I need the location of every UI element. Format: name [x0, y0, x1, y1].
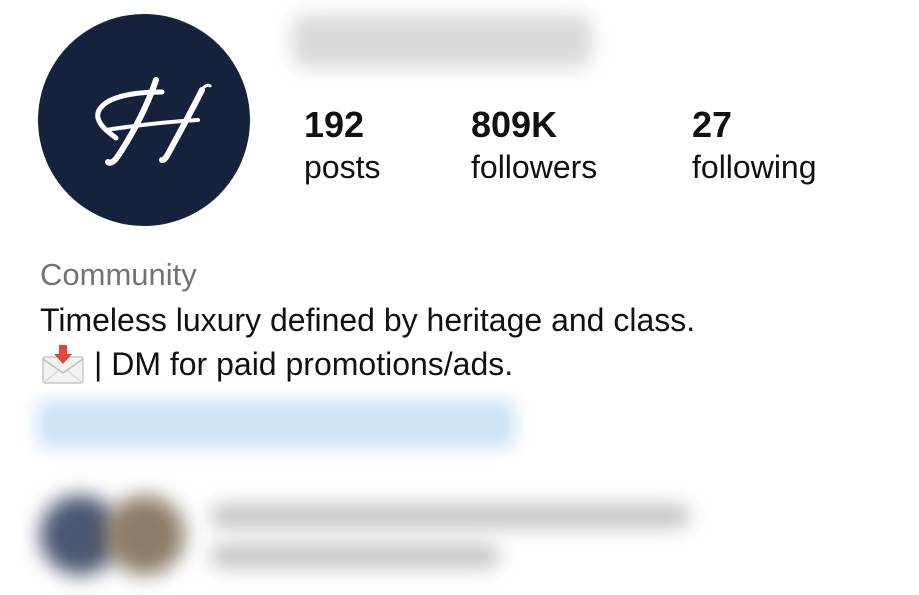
following-stat[interactable]: 27 following [692, 103, 817, 187]
posts-label: posts [304, 149, 381, 185]
h-monogram-logo [95, 77, 212, 166]
profile-link-redacted[interactable] [36, 400, 516, 448]
bio-line-2-text: | DM for paid promotions/ads. [94, 346, 514, 382]
mutual-followers-text [210, 503, 690, 529]
following-count: 27 [692, 104, 733, 145]
envelope-with-arrow-icon [40, 343, 86, 385]
followers-count: 809K [471, 104, 558, 145]
mutual-avatar [105, 495, 185, 575]
followers-stat[interactable]: 809K followers [471, 103, 597, 187]
followers-label: followers [471, 149, 598, 185]
posts-stat: 192 posts [304, 103, 380, 187]
bio-line-1: Timeless luxury defined by heritage and … [40, 302, 696, 338]
mutual-followers-text-line-2 [210, 543, 500, 569]
mutual-followers-redacted[interactable] [30, 485, 710, 585]
bio-line-2-row: | DM for paid promotions/ads. [40, 343, 513, 385]
profile-avatar[interactable] [38, 14, 250, 226]
posts-count: 192 [304, 104, 365, 145]
profile-category: Community [40, 257, 197, 292]
username-redacted [292, 14, 592, 68]
following-label: following [692, 149, 817, 185]
